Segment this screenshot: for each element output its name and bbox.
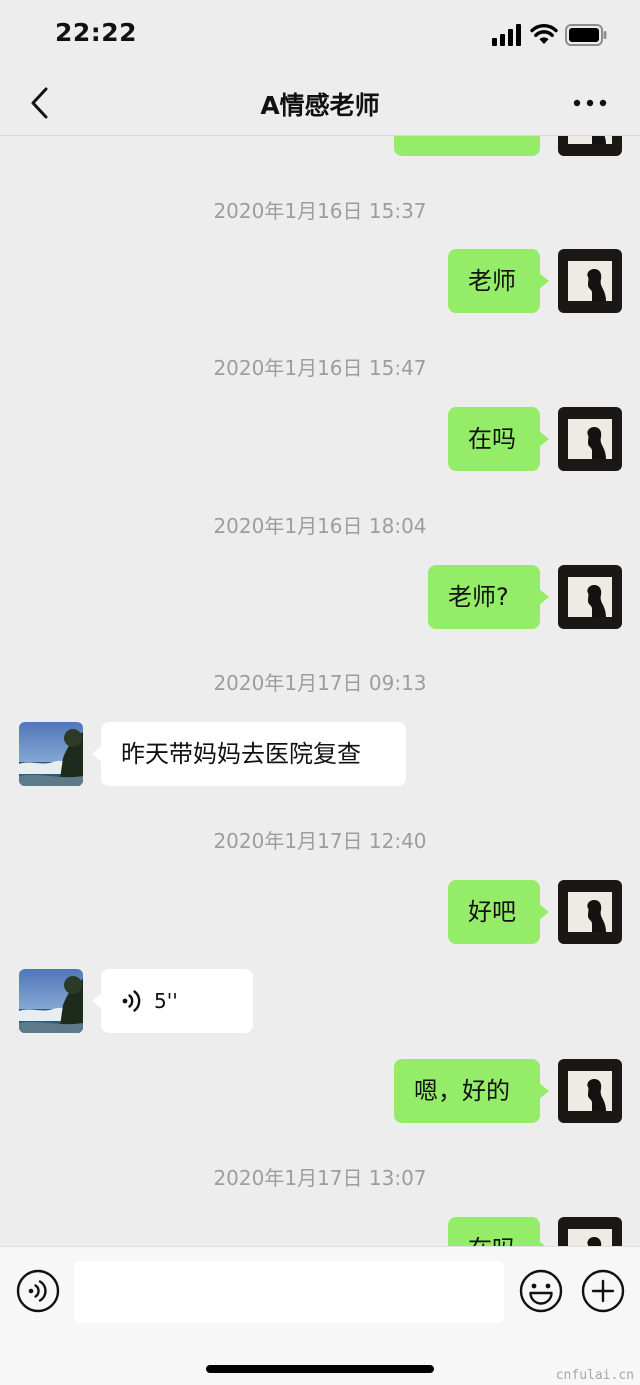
message-input[interactable] (74, 1261, 504, 1323)
home-indicator[interactable] (206, 1365, 434, 1373)
my-avatar[interactable] (558, 249, 622, 313)
message-bubble-outgoing[interactable]: 老师? (428, 565, 549, 629)
message-bubble-incoming[interactable]: 昨天带妈妈去医院复查 (92, 722, 406, 786)
signal-icon (492, 24, 521, 46)
emoji-icon[interactable] (519, 1269, 563, 1313)
message-bubble-outgoing[interactable]: 嗯，好的 (394, 1059, 549, 1123)
my-avatar[interactable] (558, 880, 622, 944)
timestamp: 2020年1月16日 15:37 (213, 199, 427, 223)
voice-icon (122, 990, 141, 1012)
timestamp: 2020年1月16日 18:04 (213, 514, 427, 538)
voice-duration: 5'' (154, 989, 178, 1013)
my-avatar[interactable] (558, 407, 622, 471)
my-avatar[interactable] (558, 1217, 622, 1246)
message-bubble-outgoing[interactable]: 在吗 (448, 1217, 549, 1246)
my-avatar[interactable] (558, 565, 622, 629)
message-bubble-outgoing[interactable]: 在吗 (448, 407, 549, 471)
input-bar: cnfulai.cn (0, 1246, 640, 1385)
timestamp: 2020年1月17日 12:40 (213, 829, 427, 853)
timestamp: 2020年1月17日 13:07 (213, 1166, 427, 1190)
wifi-icon (530, 23, 558, 44)
my-avatar[interactable] (558, 1059, 622, 1123)
status-time: 22:22 (55, 18, 138, 47)
chat-area[interactable]: 2020年1月16日 15:37 老师 2020年1月16日 15:47 在吗 … (0, 0, 640, 1246)
contact-avatar[interactable] (19, 722, 83, 786)
more-icon[interactable] (572, 96, 608, 110)
status-bar: 22:22 (0, 0, 640, 70)
timestamp: 2020年1月16日 15:47 (213, 356, 427, 380)
plus-icon[interactable] (581, 1269, 625, 1313)
watermark: cnfulai.cn (555, 1368, 634, 1383)
voice-mode-icon[interactable] (16, 1269, 60, 1313)
contact-avatar[interactable] (19, 969, 83, 1033)
chat-title: A情感老师 (260, 91, 380, 120)
battery-icon (565, 24, 607, 46)
message-bubble-outgoing[interactable]: 老师 (448, 249, 549, 313)
nav-bar: A情感老师 (0, 70, 640, 136)
message-bubble-outgoing[interactable]: 好吧 (448, 880, 549, 944)
voice-message-bubble[interactable]: 5'' (92, 969, 253, 1033)
timestamp: 2020年1月17日 09:13 (213, 671, 427, 695)
